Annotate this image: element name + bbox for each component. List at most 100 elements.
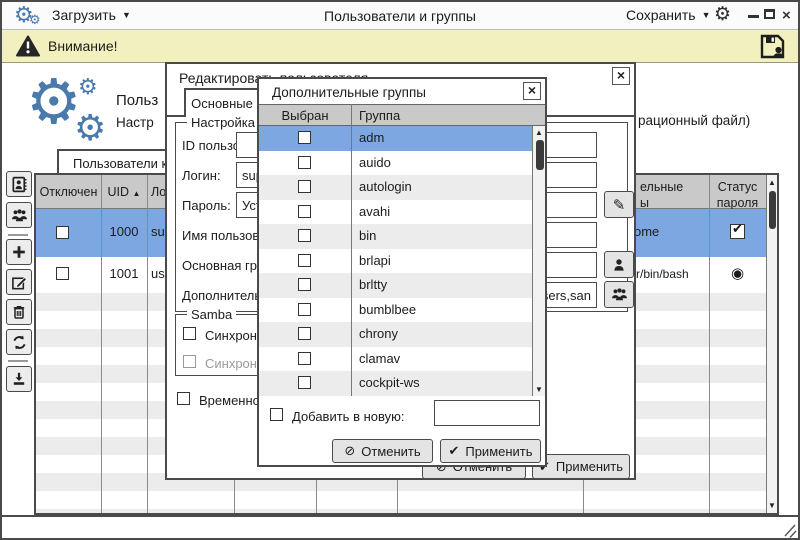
cell-login: su — [151, 224, 165, 239]
group-name: bin — [359, 228, 376, 243]
group-row-selected[interactable]: adm — [259, 126, 532, 151]
statusbar-divider — [2, 515, 798, 517]
add-new-group-checkbox[interactable] — [270, 408, 283, 421]
extra-groups-dialog: Дополнительные группы × Выбран Группа ad… — [257, 77, 547, 467]
toolbar-separator — [8, 360, 28, 362]
choose-extra-groups-button[interactable] — [604, 281, 634, 308]
col-disabled[interactable]: Отключен — [36, 185, 101, 199]
group-row[interactable]: auido — [259, 151, 532, 176]
group-checkbox[interactable] — [298, 303, 311, 316]
group-row[interactable]: avahi — [259, 200, 532, 225]
group-name: cockpit-ws — [359, 375, 420, 390]
group-row[interactable]: bin — [259, 224, 532, 249]
temp-account-checkbox[interactable] — [177, 392, 190, 405]
col-login[interactable]: Ло — [151, 185, 166, 199]
save-menu[interactable]: Сохранить▼ — [626, 7, 711, 23]
titlebar: ⚙ ⚙ Загрузить▼ Пользователи и группы Сох… — [2, 2, 798, 30]
samba-sync-checkbox[interactable] — [183, 327, 196, 340]
delete-user-button[interactable] — [6, 299, 32, 325]
add-user-button[interactable] — [6, 239, 32, 265]
page-logo-gear-medium-icon: ⚙ — [74, 110, 106, 146]
save-users-floppy-icon[interactable] — [759, 33, 786, 60]
tab-basic[interactable]: Основные — [184, 88, 260, 117]
refresh-button[interactable] — [6, 329, 32, 355]
password-label: Пароль: — [182, 198, 231, 213]
group-row[interactable]: chrony — [259, 322, 532, 347]
groups-cancel-button[interactable]: ⊘Отменить — [332, 439, 433, 463]
group-checkbox[interactable] — [298, 205, 311, 218]
group-row[interactable]: brlapi — [259, 249, 532, 274]
col-extra-groups-line2[interactable]: ы — [640, 196, 649, 210]
groups-scrollbar[interactable]: ▲ ▼ — [532, 126, 545, 396]
group-row[interactable]: cockpit-ws — [259, 371, 532, 396]
group-name: brltty — [359, 277, 387, 292]
group-row[interactable]: bumblbee — [259, 298, 532, 323]
warning-text: Внимание! — [48, 38, 118, 54]
groups-dialog-close-button[interactable]: × — [523, 82, 541, 100]
scrollbar-thumb[interactable] — [536, 140, 544, 170]
samba-sync2-checkbox[interactable] — [183, 355, 196, 368]
group-checkbox[interactable] — [298, 278, 311, 291]
extra-groups-label: Дополнитель — [182, 288, 261, 303]
edit-password-button[interactable]: ✎ — [604, 191, 634, 218]
column-divider — [709, 175, 710, 513]
person-icon — [611, 257, 627, 273]
settings-gear-icon[interactable]: ⚙ — [714, 5, 731, 24]
scroll-up-icon[interactable]: ▲ — [767, 178, 777, 187]
cell-uid: 1000 — [101, 224, 147, 239]
users-group-icon — [611, 286, 628, 303]
edit-dialog-close-button[interactable]: × — [612, 67, 630, 85]
group-name: auido — [359, 155, 391, 170]
page-subtitle-right: рационный файл) — [638, 113, 750, 128]
col-password-status-line2[interactable]: пароля — [709, 196, 766, 210]
choose-primary-group-button[interactable] — [604, 251, 634, 278]
add-new-group-input[interactable] — [434, 400, 540, 426]
scrollbar-thumb[interactable] — [769, 191, 776, 229]
password-status-radio: ◉ — [709, 264, 766, 282]
pencil-icon: ✎ — [613, 196, 626, 214]
group-checkbox[interactable] — [298, 254, 311, 267]
close-button[interactable]: × — [782, 8, 791, 23]
col-selected: Выбран — [259, 108, 351, 123]
group-name: avahi — [359, 204, 390, 219]
col-uid[interactable]: UID ▲ — [101, 185, 147, 199]
scroll-down-icon[interactable]: ▼ — [533, 385, 545, 394]
row-disabled-checkbox[interactable] — [56, 267, 69, 280]
cell-extra: sr/bin/bash — [630, 267, 689, 281]
group-checkbox[interactable] — [298, 156, 311, 169]
group-checkbox[interactable] — [298, 327, 311, 340]
user-properties-button[interactable] — [6, 171, 32, 197]
col-extra-groups-line1[interactable]: ельные — [640, 180, 683, 194]
group-row[interactable]: brltty — [259, 273, 532, 298]
row-disabled-checkbox[interactable] — [56, 226, 69, 239]
group-name: adm — [359, 130, 384, 145]
group-row[interactable]: clamav — [259, 347, 532, 372]
groups-button[interactable] — [6, 202, 32, 228]
import-users-button[interactable] — [6, 366, 32, 392]
login-label: Логин: — [182, 168, 221, 183]
maximize-button[interactable] — [764, 9, 775, 19]
col-group: Группа — [359, 108, 400, 123]
cell-extra: ome — [634, 224, 659, 239]
plus-icon — [11, 244, 27, 260]
group-checkbox[interactable] — [298, 376, 311, 389]
fullname-label: Имя пользова — [182, 228, 266, 243]
edit-user-button[interactable] — [6, 269, 32, 295]
group-checkbox[interactable] — [298, 131, 311, 144]
column-divider — [101, 175, 102, 513]
group-checkbox[interactable] — [298, 229, 311, 242]
group-row[interactable]: autologin — [259, 175, 532, 200]
groups-apply-button[interactable]: ✔Применить — [440, 439, 541, 463]
warning-bar: Внимание! — [2, 30, 798, 63]
group-checkbox[interactable] — [298, 180, 311, 193]
minimize-button[interactable] — [748, 15, 759, 18]
password-status-checked: ✔ — [730, 224, 745, 239]
scroll-up-icon[interactable]: ▲ — [533, 128, 545, 137]
scroll-down-icon[interactable]: ▼ — [767, 501, 777, 510]
resize-grip[interactable] — [782, 523, 798, 538]
col-password-status-line1[interactable]: Статус — [709, 180, 766, 194]
group-checkbox[interactable] — [298, 352, 311, 365]
table-scrollbar[interactable]: ▲ ▼ — [766, 175, 777, 513]
add-new-group-label: Добавить в новую: — [292, 409, 404, 424]
sort-asc-icon: ▲ — [133, 189, 141, 198]
